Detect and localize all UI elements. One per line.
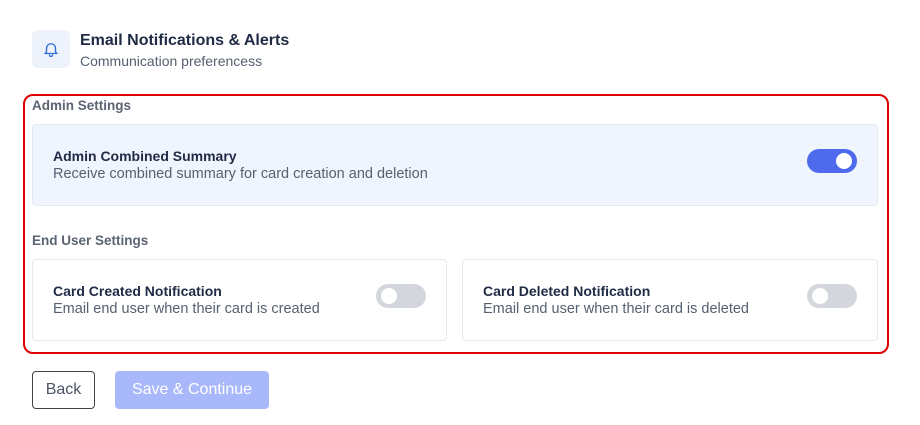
bell-icon: [32, 30, 70, 68]
admin-settings-label: Admin Settings: [32, 98, 132, 113]
section-header: Email Notifications & Alerts Communicati…: [32, 30, 289, 71]
card-created-notification-title: Card Created Notification: [53, 283, 222, 299]
card-deleted-notification-description: Email end user when their card is delete…: [483, 301, 749, 317]
end-user-settings-label: End User Settings: [32, 233, 149, 248]
toggle-knob: [381, 288, 397, 304]
card-deleted-notification-toggle[interactable]: [807, 284, 857, 308]
page-subtitle: Communication preferencess: [80, 53, 263, 69]
admin-combined-summary-title: Admin Combined Summary: [53, 148, 237, 164]
toggle-knob: [836, 153, 852, 169]
save-continue-button[interactable]: Save & Continue: [115, 371, 269, 409]
back-button[interactable]: Back: [32, 371, 95, 409]
card-created-notification-description: Email end user when their card is create…: [53, 301, 320, 317]
admin-combined-summary-card: Admin Combined Summary Receive combined …: [32, 124, 878, 206]
card-created-notification-toggle[interactable]: [376, 284, 426, 308]
card-deleted-notification-card: Card Deleted Notification Email end user…: [462, 259, 878, 341]
card-deleted-notification-title: Card Deleted Notification: [483, 283, 651, 299]
page-title: Email Notifications & Alerts: [80, 32, 290, 49]
admin-combined-summary-description: Receive combined summary for card creati…: [53, 166, 428, 182]
toggle-knob: [812, 288, 828, 304]
card-created-notification-card: Card Created Notification Email end user…: [32, 259, 447, 341]
admin-combined-summary-toggle[interactable]: [807, 149, 857, 173]
